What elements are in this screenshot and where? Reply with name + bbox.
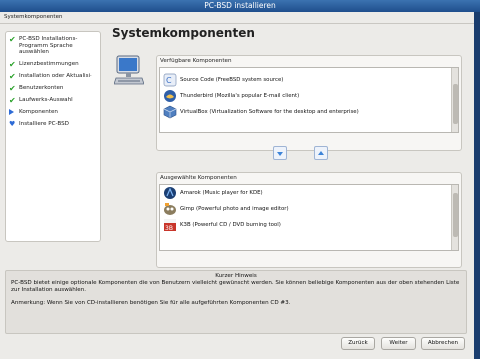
selected-label: Ausgewählte Komponenten: [160, 175, 237, 181]
menubar: Systemkomponenten: [0, 12, 474, 22]
hint-box: Kurzer Hinweis PC-BSD bietet einige opti…: [5, 270, 467, 334]
available-label: Verfügbare Komponenten: [160, 58, 232, 64]
add-component-button[interactable]: [273, 146, 287, 160]
sidebar-item-license[interactable]: ✔ Lizenzbestimmungen: [9, 59, 97, 69]
svg-text:C: C: [166, 76, 172, 85]
page-title: Systemkomponenten: [112, 26, 255, 40]
computer-icon: [114, 55, 144, 85]
desktop-edge: [474, 12, 480, 359]
item-label: Thunderbird (Mozilla's popular E-mail cl…: [180, 92, 300, 99]
available-scrollbar[interactable]: [451, 68, 458, 132]
back-button[interactable]: Zurück: [341, 337, 375, 350]
sidebar-item-label: Komponenten: [19, 108, 58, 115]
heart-icon: ♥: [9, 119, 16, 128]
svg-text:3B: 3B: [165, 225, 173, 232]
arrow-down-icon: [277, 152, 283, 156]
window-title: PC-BSD installieren: [204, 1, 276, 10]
cancel-button[interactable]: Abbrechen: [421, 337, 465, 350]
sidebar-item-label: Lizenzbestimmungen: [19, 60, 79, 67]
list-item-thunderbird[interactable]: Thunderbird (Mozilla's popular E-mail cl…: [160, 88, 458, 104]
k3b-icon: 3B: [164, 218, 176, 232]
amarok-icon: [164, 186, 176, 199]
window-titlebar: PC-BSD installieren: [0, 0, 480, 12]
list-item[interactable]: [160, 233, 458, 239]
list-item-gimp[interactable]: Gimp (Powerful photo and image editor): [160, 201, 458, 217]
item-label: K3B (Powerful CD / DVD burning tool): [180, 221, 281, 228]
available-components-panel: Verfügbare Komponenten C Source Code (Fr…: [156, 55, 462, 151]
scrollbar-thumb[interactable]: [453, 193, 458, 237]
item-label: Source Code (FreeBSD system source): [180, 76, 284, 83]
sidebar-item-label: Benutzerkonten: [19, 84, 64, 91]
selected-scrollbar[interactable]: [451, 185, 458, 250]
sidebar-item-users[interactable]: ✔ Benutzerkonten: [9, 83, 97, 93]
arrow-up-icon: [318, 151, 324, 155]
check-icon: ✔: [9, 35, 16, 44]
list-item-amarok[interactable]: Amarok (Music player for KDE): [160, 185, 458, 201]
thunderbird-icon: [164, 89, 176, 102]
available-list[interactable]: C Source Code (FreeBSD system source) Th…: [159, 67, 459, 133]
selected-components-panel: Ausgewählte Komponenten Amarok (Music pl…: [156, 172, 462, 268]
list-item-source-code[interactable]: C Source Code (FreeBSD system source): [160, 72, 458, 88]
source-code-icon: C: [163, 73, 177, 86]
scrollbar-thumb[interactable]: [453, 84, 458, 124]
next-button[interactable]: Weiter: [381, 337, 416, 350]
hint-note: Anmerkung: Wenn Sie von CD-installieren …: [11, 300, 291, 306]
sidebar-item-components[interactable]: Komponenten: [9, 108, 97, 116]
sidebar-item-disk[interactable]: ✔ Laufwerks-Auswahl: [9, 95, 97, 105]
menubar-divider: [0, 23, 474, 24]
item-label: VirtualBox (Virtualization Software for …: [180, 108, 359, 115]
hint-text: PC-BSD bietet einige optionale Komponent…: [11, 280, 460, 293]
sidebar-item-label: Installation oder Aktualisi·: [19, 72, 92, 79]
gimp-icon: [164, 202, 176, 215]
virtualbox-icon: [163, 105, 177, 118]
hint-title: Kurzer Hinweis: [215, 273, 257, 279]
arrow-right-icon: [9, 108, 17, 116]
item-label: Amarok (Music player for KDE): [180, 189, 263, 196]
item-label: Gimp (Powerful photo and image editor): [180, 205, 289, 212]
selected-list[interactable]: Amarok (Music player for KDE) Gimp (Powe…: [159, 184, 459, 251]
sidebar-item-label: PC-BSD Installations-Programm Sprache au…: [19, 36, 78, 55]
list-item-k3b[interactable]: 3B K3B (Powerful CD / DVD burning tool): [160, 217, 458, 233]
check-icon: ✔: [9, 71, 16, 81]
sidebar-item-install-type[interactable]: ✔ Installation oder Aktualisi·: [9, 71, 97, 81]
sidebar-item-label: Laufwerks-Auswahl: [19, 96, 73, 103]
menubar-label: Systemkomponenten: [4, 14, 63, 20]
check-icon: ✔: [9, 59, 16, 69]
installer-window: Systemkomponenten ✔ PC-BSD Installations…: [0, 12, 474, 359]
list-item-virtualbox[interactable]: VirtualBox (Virtualization Software for …: [160, 104, 458, 120]
sidebar-item-install[interactable]: ♥ Installiere PC-BSD: [9, 119, 97, 128]
check-icon: ✔: [9, 95, 16, 105]
steps-sidebar: ✔ PC-BSD Installations-Programm Sprache …: [5, 31, 101, 242]
sidebar-item-label: Installiere PC-BSD: [19, 120, 69, 127]
remove-component-button[interactable]: [314, 146, 328, 160]
sidebar-item-language[interactable]: ✔ PC-BSD Installations-Programm Sprache …: [9, 36, 97, 56]
check-icon: ✔: [9, 83, 16, 93]
